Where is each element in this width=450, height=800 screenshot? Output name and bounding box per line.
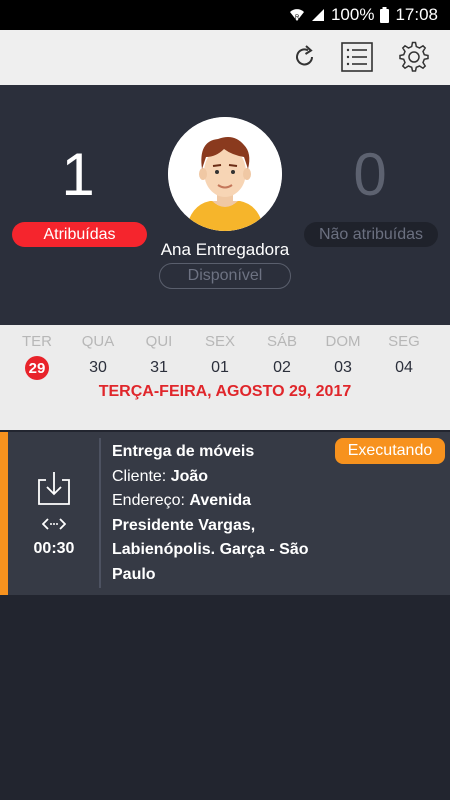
status-bar: R 100% 17:08 xyxy=(0,0,450,30)
svg-text:R: R xyxy=(295,15,300,21)
day-of-week: QUA xyxy=(81,333,115,350)
day-of-week: SEX xyxy=(204,333,235,350)
battery-percent: 100% xyxy=(330,5,375,24)
availability-status[interactable]: Disponível xyxy=(159,263,291,289)
divider xyxy=(99,438,101,588)
week-calendar: TER 29 QUA 30 QUI 31 SEX 01 SÁB 02 DOM 0… xyxy=(0,325,450,430)
address-row: Endereço: Avenida xyxy=(112,489,337,514)
address-line: Avenida xyxy=(189,492,252,509)
calendar-day[interactable]: SEG 04 xyxy=(379,333,429,381)
clock: 17:08 xyxy=(395,5,438,24)
calendar-day[interactable]: SEX 01 xyxy=(195,333,245,381)
client-row: Cliente: João xyxy=(112,465,337,490)
download-icon xyxy=(36,470,72,511)
gear-icon[interactable] xyxy=(397,40,431,74)
day-number: 03 xyxy=(334,359,352,376)
task-title: Entrega de móveis xyxy=(112,443,255,460)
day-of-week: QUI xyxy=(145,333,173,350)
selected-date-label: TERÇA-FEIRA, AGOSTO 29, 2017 xyxy=(98,383,352,400)
day-of-week: SEG xyxy=(388,333,420,350)
calendar-day[interactable]: QUA 30 xyxy=(73,333,123,381)
task-duration: 00:30 xyxy=(33,540,75,557)
calendar-day[interactable]: DOM 03 xyxy=(318,333,368,381)
calendar-day[interactable]: QUI 31 xyxy=(134,333,184,381)
toolbar xyxy=(0,30,450,85)
signal-icon xyxy=(311,8,325,22)
day-number: 04 xyxy=(395,359,413,376)
address-line: Presidente Vargas, xyxy=(112,516,256,534)
task-card[interactable]: 00:30 Entrega de móveis Cliente: João En… xyxy=(0,432,450,595)
day-number: 30 xyxy=(89,359,107,376)
refresh-icon[interactable] xyxy=(288,40,322,74)
day-number: 02 xyxy=(273,359,291,376)
day-number: 31 xyxy=(150,359,168,376)
avatar xyxy=(168,117,282,231)
battery-icon xyxy=(380,7,390,23)
distance-icon xyxy=(41,517,67,536)
client-name: João xyxy=(170,467,209,485)
day-of-week: DOM xyxy=(325,333,361,350)
wifi-icon: R xyxy=(289,8,305,22)
list-icon[interactable] xyxy=(340,40,374,74)
user-name: Ana Entregadora xyxy=(160,240,290,259)
unassigned-tab[interactable]: Não atribuídas xyxy=(304,222,438,247)
day-of-week: TER xyxy=(22,333,52,350)
task-status-badge: Executando xyxy=(335,438,445,464)
summary-panel: 1 Atribuídas Ana Entregadora Disponível … xyxy=(0,85,450,325)
day-number: 29 xyxy=(25,356,49,380)
address-line: Labienópolis. Garça - São xyxy=(112,541,309,558)
calendar-day[interactable]: TER 29 xyxy=(12,333,62,381)
task-details: Entrega de móveis Cliente: João Endereço… xyxy=(112,440,337,587)
client-label: Cliente: xyxy=(112,467,167,485)
address-line: Paulo xyxy=(112,565,156,583)
unassigned-count: 0 xyxy=(353,141,387,208)
calendar-day[interactable]: SÁB 02 xyxy=(257,333,307,381)
assigned-count: 1 xyxy=(61,141,95,208)
status-accent-bar xyxy=(0,432,8,595)
task-meta: 00:30 xyxy=(8,432,100,595)
address-label: Endereço: xyxy=(112,492,185,509)
day-of-week: SÁB xyxy=(266,333,297,350)
day-number: 01 xyxy=(211,359,229,376)
